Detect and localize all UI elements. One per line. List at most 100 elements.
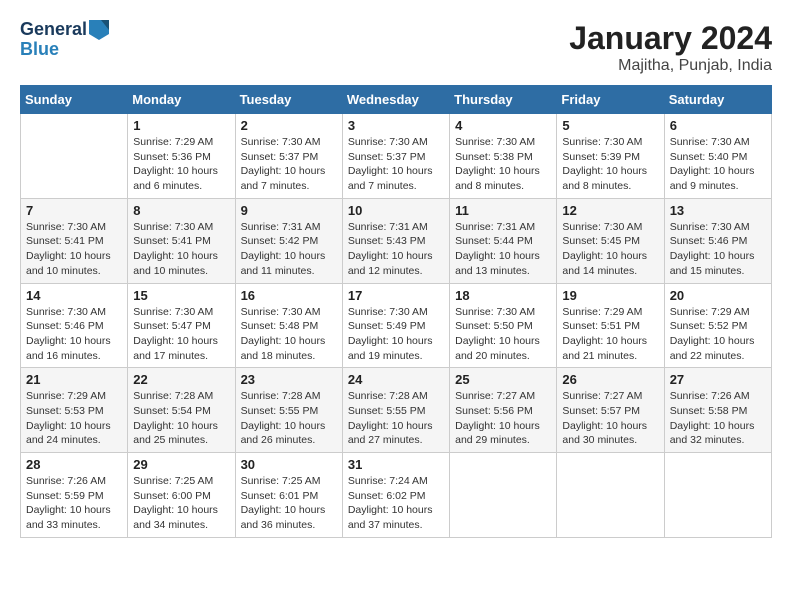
day-info: Sunrise: 7:30 AMSunset: 5:40 PMDaylight:… [670, 135, 766, 194]
table-row: 28 Sunrise: 7:26 AMSunset: 5:59 PMDaylig… [21, 453, 128, 538]
table-row: 24 Sunrise: 7:28 AMSunset: 5:55 PMDaylig… [342, 368, 449, 453]
day-info: Sunrise: 7:30 AMSunset: 5:46 PMDaylight:… [26, 305, 122, 364]
day-number: 12 [562, 203, 658, 218]
day-info: Sunrise: 7:26 AMSunset: 5:58 PMDaylight:… [670, 389, 766, 448]
table-row: 17 Sunrise: 7:30 AMSunset: 5:49 PMDaylig… [342, 283, 449, 368]
day-info: Sunrise: 7:29 AMSunset: 5:52 PMDaylight:… [670, 305, 766, 364]
day-number: 18 [455, 288, 551, 303]
day-info: Sunrise: 7:30 AMSunset: 5:37 PMDaylight:… [241, 135, 337, 194]
table-row: 8 Sunrise: 7:30 AMSunset: 5:41 PMDayligh… [128, 198, 235, 283]
table-row: 6 Sunrise: 7:30 AMSunset: 5:40 PMDayligh… [664, 114, 771, 199]
col-sunday: Sunday [21, 86, 128, 114]
day-info: Sunrise: 7:30 AMSunset: 5:37 PMDaylight:… [348, 135, 444, 194]
day-number: 6 [670, 118, 766, 133]
day-info: Sunrise: 7:31 AMSunset: 5:44 PMDaylight:… [455, 220, 551, 279]
table-row: 19 Sunrise: 7:29 AMSunset: 5:51 PMDaylig… [557, 283, 664, 368]
table-row: 27 Sunrise: 7:26 AMSunset: 5:58 PMDaylig… [664, 368, 771, 453]
day-number: 25 [455, 372, 551, 387]
table-row: 29 Sunrise: 7:25 AMSunset: 6:00 PMDaylig… [128, 453, 235, 538]
calendar-table: Sunday Monday Tuesday Wednesday Thursday… [20, 85, 772, 538]
calendar-week-row: 7 Sunrise: 7:30 AMSunset: 5:41 PMDayligh… [21, 198, 772, 283]
day-number: 24 [348, 372, 444, 387]
day-info: Sunrise: 7:28 AMSunset: 5:55 PMDaylight:… [348, 389, 444, 448]
table-row: 20 Sunrise: 7:29 AMSunset: 5:52 PMDaylig… [664, 283, 771, 368]
day-number: 27 [670, 372, 766, 387]
table-row: 14 Sunrise: 7:30 AMSunset: 5:46 PMDaylig… [21, 283, 128, 368]
day-number: 3 [348, 118, 444, 133]
day-number: 8 [133, 203, 229, 218]
day-number: 15 [133, 288, 229, 303]
table-row [21, 114, 128, 199]
col-thursday: Thursday [450, 86, 557, 114]
day-info: Sunrise: 7:30 AMSunset: 5:45 PMDaylight:… [562, 220, 658, 279]
day-number: 1 [133, 118, 229, 133]
calendar-week-row: 21 Sunrise: 7:29 AMSunset: 5:53 PMDaylig… [21, 368, 772, 453]
table-row: 25 Sunrise: 7:27 AMSunset: 5:56 PMDaylig… [450, 368, 557, 453]
col-monday: Monday [128, 86, 235, 114]
col-saturday: Saturday [664, 86, 771, 114]
day-info: Sunrise: 7:27 AMSunset: 5:57 PMDaylight:… [562, 389, 658, 448]
day-info: Sunrise: 7:24 AMSunset: 6:02 PMDaylight:… [348, 474, 444, 533]
table-row: 31 Sunrise: 7:24 AMSunset: 6:02 PMDaylig… [342, 453, 449, 538]
day-number: 5 [562, 118, 658, 133]
table-row: 5 Sunrise: 7:30 AMSunset: 5:39 PMDayligh… [557, 114, 664, 199]
page-subtitle: Majitha, Punjab, India [569, 57, 772, 75]
day-info: Sunrise: 7:30 AMSunset: 5:47 PMDaylight:… [133, 305, 229, 364]
day-info: Sunrise: 7:30 AMSunset: 5:48 PMDaylight:… [241, 305, 337, 364]
day-number: 26 [562, 372, 658, 387]
calendar-week-row: 1 Sunrise: 7:29 AMSunset: 5:36 PMDayligh… [21, 114, 772, 199]
table-row: 9 Sunrise: 7:31 AMSunset: 5:42 PMDayligh… [235, 198, 342, 283]
table-row: 15 Sunrise: 7:30 AMSunset: 5:47 PMDaylig… [128, 283, 235, 368]
day-info: Sunrise: 7:25 AMSunset: 6:00 PMDaylight:… [133, 474, 229, 533]
calendar-week-row: 28 Sunrise: 7:26 AMSunset: 5:59 PMDaylig… [21, 453, 772, 538]
day-info: Sunrise: 7:30 AMSunset: 5:46 PMDaylight:… [670, 220, 766, 279]
day-info: Sunrise: 7:29 AMSunset: 5:51 PMDaylight:… [562, 305, 658, 364]
table-row: 22 Sunrise: 7:28 AMSunset: 5:54 PMDaylig… [128, 368, 235, 453]
day-info: Sunrise: 7:29 AMSunset: 5:36 PMDaylight:… [133, 135, 229, 194]
day-info: Sunrise: 7:30 AMSunset: 5:41 PMDaylight:… [26, 220, 122, 279]
day-number: 4 [455, 118, 551, 133]
table-row: 4 Sunrise: 7:30 AMSunset: 5:38 PMDayligh… [450, 114, 557, 199]
day-number: 29 [133, 457, 229, 472]
day-number: 20 [670, 288, 766, 303]
table-row: 26 Sunrise: 7:27 AMSunset: 5:57 PMDaylig… [557, 368, 664, 453]
logo: General Blue [20, 20, 109, 60]
day-number: 11 [455, 203, 551, 218]
table-row: 7 Sunrise: 7:30 AMSunset: 5:41 PMDayligh… [21, 198, 128, 283]
day-info: Sunrise: 7:26 AMSunset: 5:59 PMDaylight:… [26, 474, 122, 533]
day-info: Sunrise: 7:31 AMSunset: 5:43 PMDaylight:… [348, 220, 444, 279]
table-row: 18 Sunrise: 7:30 AMSunset: 5:50 PMDaylig… [450, 283, 557, 368]
table-row: 3 Sunrise: 7:30 AMSunset: 5:37 PMDayligh… [342, 114, 449, 199]
day-number: 2 [241, 118, 337, 133]
day-number: 23 [241, 372, 337, 387]
col-friday: Friday [557, 86, 664, 114]
day-number: 14 [26, 288, 122, 303]
day-number: 10 [348, 203, 444, 218]
table-row: 10 Sunrise: 7:31 AMSunset: 5:43 PMDaylig… [342, 198, 449, 283]
day-number: 30 [241, 457, 337, 472]
day-number: 9 [241, 203, 337, 218]
day-number: 21 [26, 372, 122, 387]
day-info: Sunrise: 7:27 AMSunset: 5:56 PMDaylight:… [455, 389, 551, 448]
table-row [557, 453, 664, 538]
day-info: Sunrise: 7:30 AMSunset: 5:50 PMDaylight:… [455, 305, 551, 364]
table-row: 21 Sunrise: 7:29 AMSunset: 5:53 PMDaylig… [21, 368, 128, 453]
col-wednesday: Wednesday [342, 86, 449, 114]
table-row [450, 453, 557, 538]
table-row: 16 Sunrise: 7:30 AMSunset: 5:48 PMDaylig… [235, 283, 342, 368]
table-row: 23 Sunrise: 7:28 AMSunset: 5:55 PMDaylig… [235, 368, 342, 453]
day-number: 16 [241, 288, 337, 303]
day-info: Sunrise: 7:25 AMSunset: 6:01 PMDaylight:… [241, 474, 337, 533]
day-number: 19 [562, 288, 658, 303]
day-info: Sunrise: 7:30 AMSunset: 5:39 PMDaylight:… [562, 135, 658, 194]
day-info: Sunrise: 7:30 AMSunset: 5:41 PMDaylight:… [133, 220, 229, 279]
day-info: Sunrise: 7:30 AMSunset: 5:38 PMDaylight:… [455, 135, 551, 194]
day-info: Sunrise: 7:30 AMSunset: 5:49 PMDaylight:… [348, 305, 444, 364]
table-row: 13 Sunrise: 7:30 AMSunset: 5:46 PMDaylig… [664, 198, 771, 283]
title-block: January 2024 Majitha, Punjab, India [569, 20, 772, 75]
day-info: Sunrise: 7:28 AMSunset: 5:55 PMDaylight:… [241, 389, 337, 448]
col-tuesday: Tuesday [235, 86, 342, 114]
page-title: January 2024 [569, 20, 772, 57]
day-number: 31 [348, 457, 444, 472]
page-header: General Blue January 2024 Majitha, Punja… [20, 20, 772, 75]
